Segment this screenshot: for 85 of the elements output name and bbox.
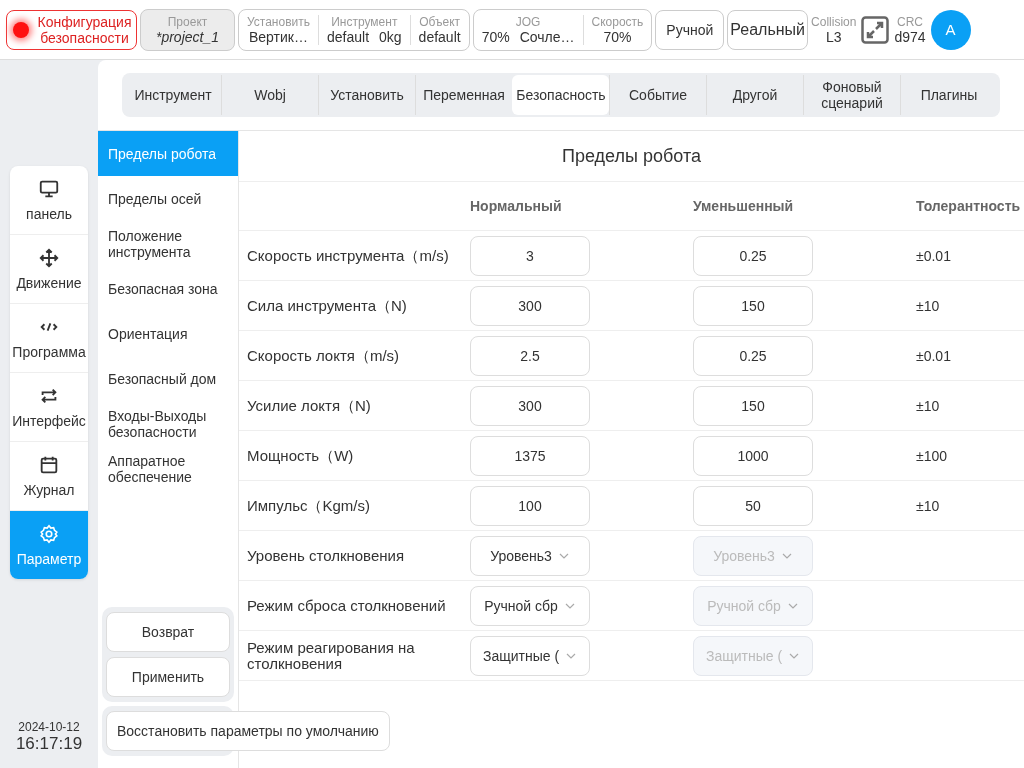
collision-label: Collision bbox=[811, 14, 857, 29]
row-label: Скорость локтя（m/s) bbox=[246, 347, 401, 364]
number-field[interactable]: 150 bbox=[693, 285, 813, 326]
crc-value: d974 bbox=[894, 28, 926, 45]
project-box[interactable]: Проект *project_1 bbox=[140, 8, 235, 51]
status-value: default bbox=[327, 28, 370, 45]
calendar-icon bbox=[38, 454, 60, 476]
number-field[interactable]: 2.5 bbox=[470, 335, 590, 376]
status-value: 70% bbox=[603, 28, 632, 45]
tolerance-text: ±10 bbox=[916, 497, 941, 514]
row-label: Импульс（Kgm/s) bbox=[246, 497, 371, 514]
row-label: Уровень столкновения bbox=[246, 547, 406, 564]
mode-button[interactable]: Ручной bbox=[655, 9, 725, 50]
number-field[interactable]: 0.25 bbox=[693, 235, 813, 276]
column-header: Уменьшенный bbox=[693, 198, 795, 214]
mode-button[interactable]: Реальный bbox=[727, 9, 809, 50]
row-label: Мощность（W) bbox=[246, 447, 355, 464]
number-field[interactable]: 3 bbox=[470, 235, 590, 276]
status-label: Инструмент bbox=[331, 14, 398, 29]
number-field[interactable]: 0.25 bbox=[693, 335, 813, 376]
row-label: Усилие локтя（N) bbox=[246, 397, 372, 414]
time-text: 16:17:19 bbox=[15, 734, 83, 754]
tab[interactable]: Wobj bbox=[221, 75, 318, 115]
number-field[interactable]: 150 bbox=[693, 385, 813, 426]
select-field[interactable]: Ручной сбр bbox=[470, 585, 590, 626]
tab[interactable]: Установить bbox=[318, 75, 415, 115]
tab[interactable]: Фоновый сценарий bbox=[803, 75, 900, 115]
settings-icon bbox=[38, 523, 60, 545]
subnav-item[interactable]: Безопасная зона bbox=[98, 266, 238, 311]
panel-title: Пределы робота bbox=[239, 131, 1024, 182]
nav-item[interactable]: Движение bbox=[10, 234, 88, 303]
row-label: Режим сброса столкновений bbox=[246, 597, 447, 614]
monitor-icon bbox=[38, 178, 60, 200]
row-label: Режим реагирования на столкновения bbox=[246, 639, 416, 672]
tolerance-text: ±0.01 bbox=[916, 247, 952, 264]
expand-icon[interactable] bbox=[861, 15, 890, 44]
nav-item[interactable]: панель bbox=[10, 166, 88, 234]
tab[interactable]: Событие bbox=[609, 75, 706, 115]
status-label: Объект bbox=[419, 14, 461, 29]
crc-label: CRC bbox=[897, 14, 923, 29]
status-label: Скорость bbox=[591, 14, 644, 29]
status-value: 0kg bbox=[379, 28, 402, 45]
restore-defaults-button[interactable]: Восстановить параметры по умолчанию bbox=[106, 711, 390, 751]
status-label: JOG bbox=[515, 14, 541, 29]
tab[interactable]: Безопасность bbox=[512, 75, 609, 115]
number-field[interactable]: 50 bbox=[693, 485, 813, 526]
number-field[interactable]: 300 bbox=[470, 285, 590, 326]
subnav-item[interactable]: Пределы осей bbox=[98, 176, 238, 221]
select-field[interactable]: Защитные ( bbox=[470, 635, 590, 676]
number-field[interactable]: 100 bbox=[470, 485, 590, 526]
tolerance-text: ±100 bbox=[916, 447, 949, 464]
subnav-item[interactable]: Безопасный дом bbox=[98, 356, 238, 401]
status-value: Вертик… bbox=[249, 28, 308, 45]
tolerance-text: ±10 bbox=[916, 297, 941, 314]
column-header: Толерантность bbox=[916, 198, 1022, 214]
action-button[interactable]: Применить bbox=[106, 657, 230, 697]
subnav-item[interactable]: Входы-Выходы безопасности bbox=[98, 401, 238, 446]
status-value: Сочле… bbox=[519, 28, 575, 45]
row-label: Скорость инструмента（m/s) bbox=[246, 247, 450, 264]
move-arrows-icon bbox=[38, 247, 60, 269]
subnav-item[interactable]: Аппаратное обеспечение bbox=[98, 446, 238, 491]
safety-config-button[interactable]: Конфигурация безопасности bbox=[6, 9, 137, 50]
column-header: Нормальный bbox=[470, 198, 563, 214]
tab[interactable]: Инструмент bbox=[125, 75, 221, 115]
status-group[interactable]: Установить Вертик… Инструмент default 0kg Объект default bbox=[238, 8, 470, 51]
nav-item[interactable]: Интерфейс bbox=[10, 372, 88, 441]
select-field[interactable]: Уровень3 bbox=[470, 535, 590, 576]
row-label: Сила инструмента（N) bbox=[246, 297, 408, 314]
collision-value: L3 bbox=[825, 28, 842, 45]
tolerance-text: ±10 bbox=[916, 397, 941, 414]
subnav-item[interactable]: Положение инструмента bbox=[98, 221, 238, 266]
status-value: 70% bbox=[481, 28, 510, 45]
status-label: Установить bbox=[247, 14, 310, 29]
status-group[interactable]: JOG 70% Сочле… Скорость 70% bbox=[472, 8, 653, 51]
tab[interactable]: Другой bbox=[706, 75, 803, 115]
subnav-item[interactable]: Ориентация bbox=[98, 311, 238, 356]
number-field[interactable]: 1000 bbox=[693, 435, 813, 476]
status-value: default bbox=[418, 28, 461, 45]
tolerance-text: ±0.01 bbox=[916, 347, 952, 364]
nav-item[interactable]: Программа bbox=[10, 303, 88, 372]
action-button[interactable]: Возврат bbox=[106, 612, 230, 652]
number-field[interactable]: 300 bbox=[470, 385, 590, 426]
date-text: 2024-10-12 bbox=[18, 720, 80, 734]
number-field[interactable]: 1375 bbox=[470, 435, 590, 476]
tab[interactable]: Плагины bbox=[900, 75, 997, 115]
